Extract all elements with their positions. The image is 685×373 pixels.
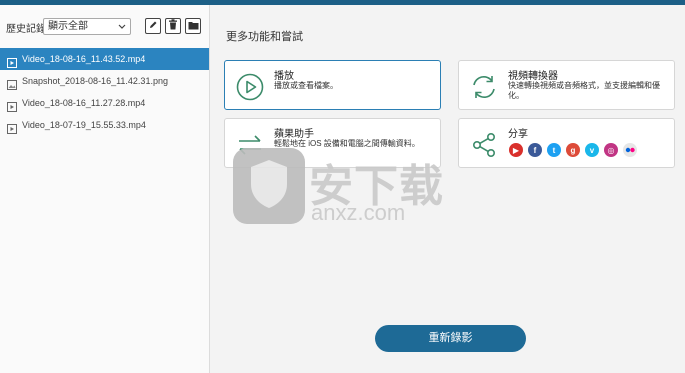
twitter-icon[interactable]: t [547, 143, 561, 157]
section-title: 更多功能和嘗試 [226, 31, 303, 43]
convert-icon [469, 72, 499, 102]
video-file-icon [7, 120, 17, 142]
converter-card[interactable]: 視頻轉換器 快速轉換視頻或音頻格式，並支援編輯和優化。 [458, 60, 675, 110]
pencil-icon [148, 17, 158, 35]
edit-button[interactable] [145, 18, 161, 34]
folder-icon [188, 17, 199, 35]
file-item[interactable]: Video_18-08-16_11.43.52.mp4 [0, 48, 209, 70]
share-card[interactable]: 分享 ▶ f t g v ◎ [458, 118, 675, 168]
watermark: 安下载 anxz.com [233, 148, 453, 228]
file-item[interactable]: Video_18-07-19_15.55.33.mp4 [0, 114, 209, 136]
trash-icon [168, 17, 178, 35]
apple-assistant-card-title: 蘋果助手 [274, 129, 314, 140]
file-list: Video_18-08-16_11.43.52.mp4 Snapshot_201… [0, 48, 209, 136]
file-name: Video_18-08-16_11.43.52.mp4 [22, 54, 146, 64]
converter-card-title: 視頻轉換器 [508, 71, 558, 82]
file-name: Snapshot_2018-08-16_11.42.31.png [22, 76, 168, 86]
filter-dropdown[interactable]: 顯示全部 [43, 18, 131, 35]
record-again-button[interactable]: 重新錄影 [375, 325, 526, 352]
play-card-desc: 播放或查看檔案。 [274, 81, 338, 90]
filter-selected-value: 顯示全部 [48, 21, 88, 32]
google-plus-icon[interactable]: g [566, 143, 580, 157]
play-card[interactable]: 播放 播放或查看檔案。 [224, 60, 441, 110]
youtube-icon[interactable]: ▶ [509, 143, 523, 157]
file-item[interactable]: Snapshot_2018-08-16_11.42.31.png [0, 70, 209, 92]
play-card-title: 播放 [274, 71, 294, 82]
file-item[interactable]: Video_18-08-16_11.27.28.mp4 [0, 92, 209, 114]
share-services: ▶ f t g v ◎ [509, 143, 637, 157]
facebook-icon[interactable]: f [528, 143, 542, 157]
share-card-title: 分享 [508, 129, 528, 140]
instagram-icon[interactable]: ◎ [604, 143, 618, 157]
file-name: Video_18-08-16_11.27.28.mp4 [22, 98, 146, 108]
delete-button[interactable] [165, 18, 181, 34]
converter-card-desc: 快速轉換視頻或音頻格式，並支援編輯和優化。 [508, 81, 660, 100]
flickr-icon[interactable] [623, 143, 637, 157]
history-label: 歷史記錄 [6, 24, 46, 35]
share-icon [469, 130, 499, 160]
play-icon [235, 72, 265, 102]
history-sidebar: 歷史記錄 顯示全部 Video_18-08-16_11.43.52.mp4 Sn… [0, 5, 210, 373]
file-name: Video_18-07-19_15.55.33.mp4 [22, 120, 146, 130]
watermark-logo [233, 148, 305, 224]
sidebar-header: 歷史記錄 顯示全部 [0, 5, 209, 45]
vimeo-icon[interactable]: v [585, 143, 599, 157]
open-folder-button[interactable] [185, 18, 201, 34]
watermark-domain: anxz.com [311, 200, 406, 225]
chevron-down-icon [118, 19, 126, 39]
